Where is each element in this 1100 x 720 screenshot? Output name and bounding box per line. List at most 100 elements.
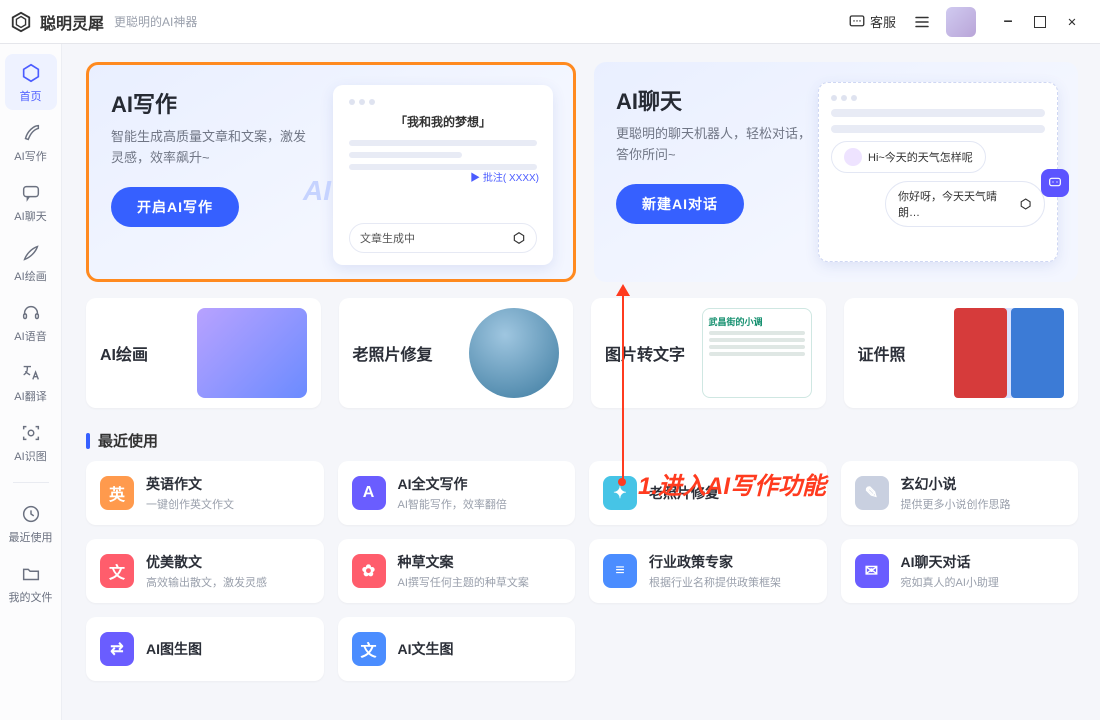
feather-icon: [20, 122, 42, 144]
hex-icon: [20, 62, 42, 84]
recent-card-desc: 根据行业名称提供政策框架: [649, 574, 781, 590]
recent-card[interactable]: ✿ 种草文案 AI撰写任何主题的种草文案: [338, 539, 576, 603]
sidebar-item-label: AI聊天: [14, 208, 46, 224]
preview-user-msg: Hi~今天的天气怎样呢: [831, 141, 986, 173]
start-ai-write-button[interactable]: 开启AI写作: [111, 187, 239, 227]
sidebar-item-label: 首页: [20, 88, 42, 104]
sidebar-item-translate[interactable]: AI翻译: [5, 354, 57, 410]
sidebar-item-label: AI识图: [14, 448, 46, 464]
new-ai-chat-button[interactable]: 新建AI对话: [616, 184, 744, 224]
hero-desc: 智能生成高质量文章和文案，激发灵感，效率飙升~: [111, 127, 311, 169]
recent-card-title: 种草文案: [398, 552, 529, 572]
tile-thumb-icon: [469, 308, 559, 398]
sidebar-item-label: AI翻译: [14, 388, 46, 404]
sidebar-item-write[interactable]: AI写作: [5, 114, 57, 170]
recent-card-title: AI图生图: [146, 639, 202, 659]
recent-card-icon: ✉: [855, 554, 889, 588]
window-close-button[interactable]: [1056, 8, 1088, 36]
main-content: AI写作 智能生成高质量文章和文案，激发灵感，效率飙升~ 开启AI写作 「我和我…: [62, 44, 1100, 720]
sidebar-item-draw[interactable]: AI绘画: [5, 234, 57, 290]
support-button[interactable]: 客服: [848, 12, 896, 31]
preview-annotation: ▶ 批注( XXXX): [470, 169, 539, 184]
recent-heading: 最近使用: [86, 430, 1078, 451]
chat-float-icon: [1041, 169, 1069, 197]
sidebar-item-home[interactable]: 首页: [5, 54, 57, 110]
tile-idphoto[interactable]: 证件照: [844, 298, 1079, 408]
recent-card-icon: 英: [100, 476, 134, 510]
support-label: 客服: [870, 12, 896, 31]
hero-card-write[interactable]: AI写作 智能生成高质量文章和文案，激发灵感，效率飙升~ 开启AI写作 「我和我…: [86, 62, 576, 282]
brush-icon: [20, 242, 42, 264]
sidebar-item-label: 最近使用: [9, 529, 53, 545]
sidebar-item-ocr[interactable]: AI识图: [5, 414, 57, 470]
clock-icon: [20, 503, 42, 525]
recent-card-icon: ✿: [352, 554, 386, 588]
titlebar: 聪明灵犀 更聪明的AI神器 客服: [0, 0, 1100, 44]
tile-label: 老照片修复: [353, 341, 433, 365]
recent-card[interactable]: 英英语作文一键创作英文作文: [86, 461, 324, 525]
recent-card-desc: 高效输出散文，激发灵感: [146, 574, 267, 590]
avatar[interactable]: [946, 7, 976, 37]
window-minimize-button[interactable]: [992, 8, 1024, 36]
sidebar: 首页 AI写作 AI聊天 AI绘画 AI语音 AI翻译 AI识图 最: [0, 44, 62, 720]
recent-card-icon: 文: [352, 632, 386, 666]
annotation-text: 1.进入AI写作功能: [638, 466, 826, 501]
chat-bubble-icon: [848, 13, 866, 31]
recent-card-desc: AI撰写任何主题的种草文案: [398, 574, 529, 590]
tile-label: 图片转文字: [605, 341, 685, 365]
recent-card[interactable]: ⇄ AI图生图: [86, 617, 324, 681]
sidebar-item-chat[interactable]: AI聊天: [5, 174, 57, 230]
tile-aidraw[interactable]: AI绘画: [86, 298, 321, 408]
hamburger-icon: [913, 13, 931, 31]
hero-card-chat[interactable]: AI聊天 更聪明的聊天机器人，轻松对话，答你所问~ 新建AI对话 Hi~今天的天…: [594, 62, 1078, 282]
sidebar-item-label: AI绘画: [14, 268, 46, 284]
menu-button[interactable]: [908, 8, 936, 36]
tile-label: AI绘画: [100, 341, 148, 365]
recent-card-icon: ✎: [855, 476, 889, 510]
annotation-line: [622, 288, 624, 483]
tile-label: 证件照: [858, 341, 906, 365]
recent-card[interactable]: ✉AI聊天对话宛如真人的AI小助理: [841, 539, 1079, 603]
tile-thumb-icon: 武昌街的小调: [702, 308, 812, 398]
chat-icon: [20, 182, 42, 204]
recent-card[interactable]: 文AI文生图: [338, 617, 576, 681]
sidebar-item-recent[interactable]: 最近使用: [5, 495, 57, 551]
app-logo-icon: [10, 11, 32, 33]
recent-card-title: 玄幻小说: [901, 474, 1011, 494]
tile-ocr[interactable]: 图片转文字 武昌街的小调: [591, 298, 826, 408]
recent-card[interactable]: ✎ 玄幻小说提供更多小说创作思路: [841, 461, 1079, 525]
recent-card-title: AI聊天对话: [901, 552, 999, 572]
recent-card-icon: A: [352, 476, 386, 510]
write-preview: 「我和我的梦想」 ▶ 批注( XXXX) 文章生成中 AI: [333, 85, 553, 265]
preview-bot-msg: 你好呀，今天天气晴朗…: [885, 181, 1045, 227]
translate-icon: [20, 362, 42, 384]
chat-preview: Hi~今天的天气怎样呢 你好呀，今天天气晴朗…: [818, 82, 1058, 262]
scan-icon: [20, 422, 42, 444]
app-name: 聪明灵犀: [40, 10, 104, 34]
recent-card-desc: 一键创作英文作文: [146, 496, 234, 512]
sidebar-item-files[interactable]: 我的文件: [5, 555, 57, 611]
recent-card-icon: 文: [100, 554, 134, 588]
sidebar-item-voice[interactable]: AI语音: [5, 294, 57, 350]
tile-photo-restore[interactable]: 老照片修复: [339, 298, 574, 408]
recent-card-title: AI全文写作: [398, 474, 507, 494]
ai-badge: AI: [303, 175, 331, 207]
recent-card-icon: ⇄: [100, 632, 134, 666]
recent-card-desc: 提供更多小说创作思路: [901, 496, 1011, 512]
recent-grid: 英英语作文一键创作英文作文AAI全文写作AI智能写作，效率翻倍✦老照片修复✎玄幻…: [86, 461, 1078, 681]
folder-icon: [20, 563, 42, 585]
window-maximize-button[interactable]: [1034, 16, 1046, 28]
recent-card-title: 英语作文: [146, 474, 234, 494]
hex-icon: [512, 231, 526, 245]
sidebar-divider: [13, 482, 49, 483]
recent-card[interactable]: ≡行业政策专家根据行业名称提供政策框架: [589, 539, 827, 603]
recent-card[interactable]: AAI全文写作AI智能写作，效率翻倍: [338, 461, 576, 525]
recent-card[interactable]: 文优美散文高效输出散文，激发灵感: [86, 539, 324, 603]
headset-icon: [20, 302, 42, 324]
sidebar-item-label: AI语音: [14, 328, 46, 344]
preview-doc-title: 「我和我的梦想」: [349, 113, 537, 130]
sidebar-item-label: AI写作: [14, 148, 46, 164]
recent-card-title: 优美散文: [146, 552, 267, 572]
preview-status-pill: 文章生成中: [349, 223, 537, 253]
hex-icon: [1019, 197, 1032, 211]
